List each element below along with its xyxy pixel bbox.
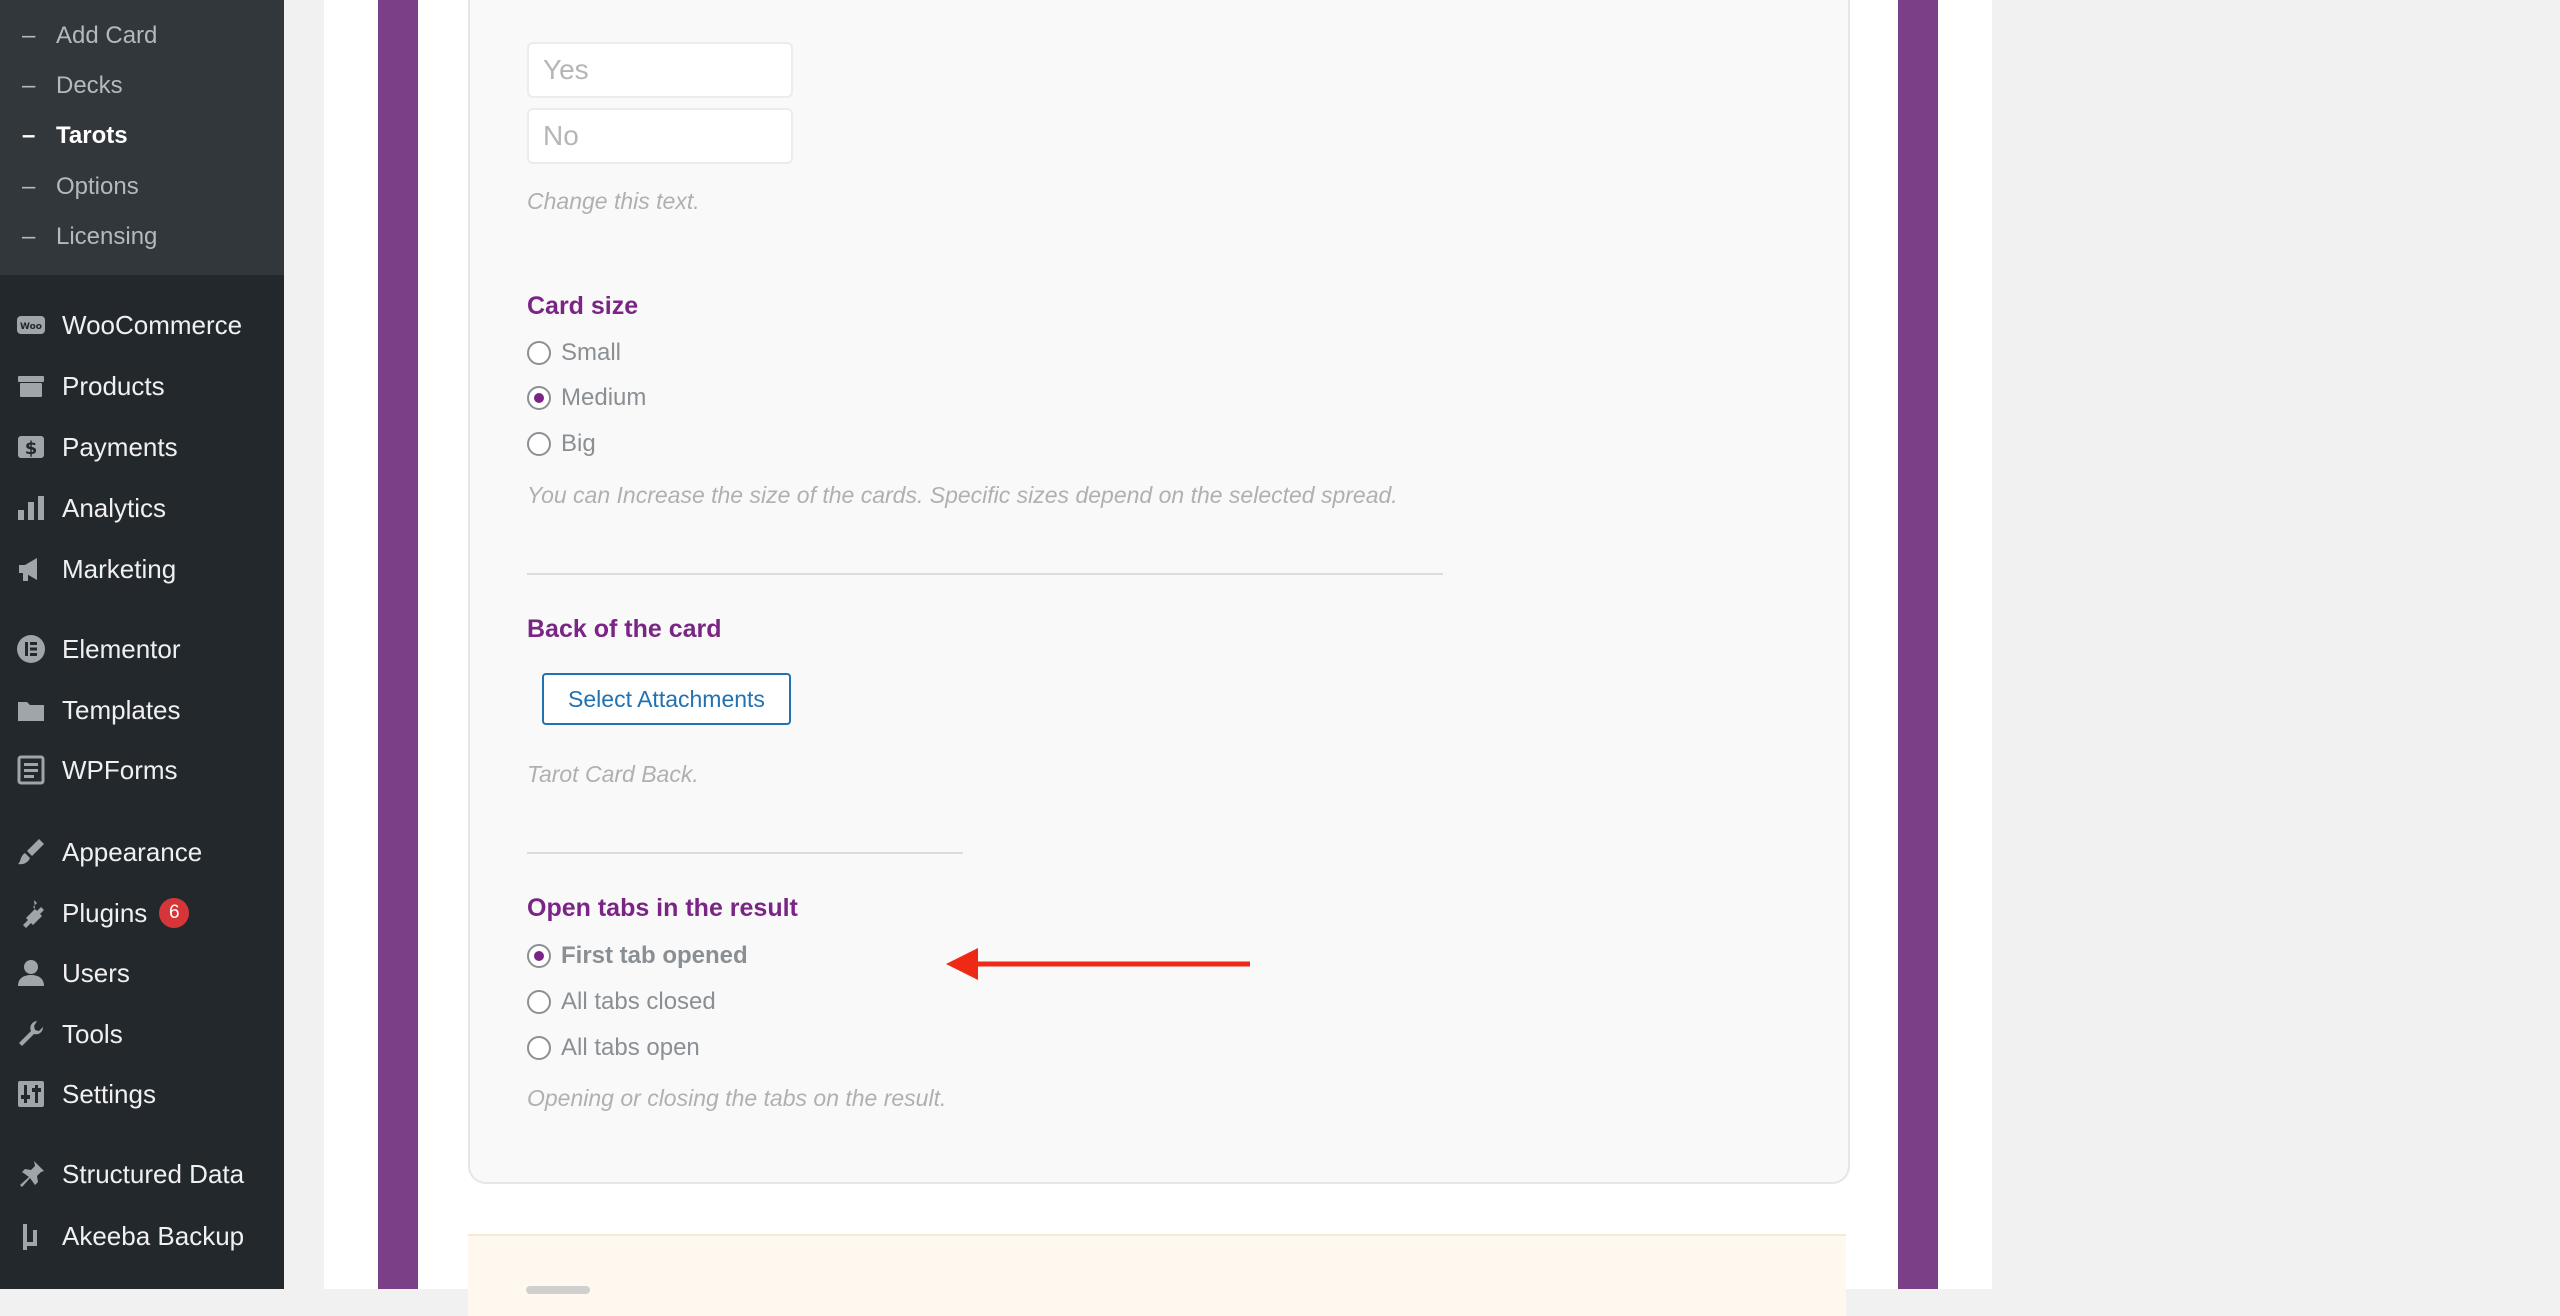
sliders-icon — [14, 1077, 48, 1111]
sidebar-item-label: Users — [62, 957, 130, 988]
radio-label: All tabs closed — [561, 988, 716, 1015]
sidebar-item-elementor[interactable]: Elementor — [0, 623, 284, 675]
radio-label: Big — [561, 430, 596, 457]
section-divider — [527, 852, 963, 854]
svg-text:Woo: Woo — [20, 322, 42, 332]
sidebar-item-label: Tools — [62, 1018, 123, 1049]
sidebar-item-label: Payments — [62, 431, 178, 462]
open-tabs-help: Opening or closing the tabs on the resul… — [527, 1085, 947, 1111]
submenu-item-label: Decks — [56, 72, 123, 99]
sidebar-item-label: Plugins — [62, 897, 148, 928]
submenu-item-label: Options — [56, 173, 139, 200]
sidebar-item-tools[interactable]: Tools — [0, 1008, 284, 1060]
plug-icon — [14, 896, 48, 930]
folder-icon — [14, 693, 48, 727]
sidebar-item-products[interactable]: Products — [0, 360, 284, 412]
card-size-option-big[interactable]: Big — [527, 427, 596, 461]
tarot-submenu: – Add Card – Decks – Tarots – Options – Licen… — [0, 0, 284, 275]
change-text-help: Change this text. — [527, 188, 700, 214]
radio-button[interactable] — [527, 1036, 551, 1060]
submenu-item-decks[interactable]: – Decks — [0, 64, 284, 108]
wrench-icon — [14, 1017, 48, 1051]
sidebar-item-users[interactable]: Users — [0, 947, 284, 999]
radio-label: All tabs open — [561, 1034, 700, 1061]
admin-sidebar: – Add Card – Decks – Tarots – Options – Licen… — [0, 0, 284, 1289]
sidebar-item-analytics[interactable]: Analytics — [0, 482, 284, 534]
user-icon — [14, 956, 48, 990]
section-divider — [527, 573, 1443, 575]
card-size-help: You can Increase the size of the cards. … — [527, 482, 1398, 508]
radio-button-selected[interactable] — [527, 944, 551, 968]
radio-button[interactable] — [527, 341, 551, 365]
back-of-card-title: Back of the card — [527, 615, 722, 643]
submenu-item-label: Add Card — [56, 22, 158, 49]
open-tabs-option-all-tabs-open[interactable]: All tabs open — [527, 1031, 700, 1065]
sidebar-item-label: Appearance — [62, 836, 203, 867]
yes-text-field[interactable] — [527, 42, 793, 98]
akeeba-icon — [14, 1219, 48, 1253]
bar-chart-icon — [14, 491, 48, 525]
no-text-field[interactable] — [527, 108, 793, 164]
card-size-option-small[interactable]: Small — [527, 336, 621, 370]
sidebar-item-label: Templates — [62, 694, 181, 725]
submenu-item-tarots[interactable]: – Tarots — [0, 114, 284, 158]
sidebar-item-label: WPForms — [62, 754, 178, 785]
open-tabs-option-all-tabs-closed[interactable]: All tabs closed — [527, 985, 716, 1019]
sidebar-item-templates[interactable]: Templates — [0, 684, 284, 736]
radio-label: Small — [561, 339, 622, 366]
annotation-arrow-icon — [946, 948, 1250, 980]
next-section-toggle[interactable] — [526, 1286, 590, 1294]
sidebar-item-label: Akeeba Backup — [62, 1220, 245, 1251]
radio-button[interactable] — [527, 432, 551, 456]
pin-icon — [14, 1157, 48, 1191]
sidebar-item-label: Products — [62, 370, 165, 401]
sidebar-item-plugins[interactable]: Plugins 6 — [0, 887, 284, 939]
svg-text:$: $ — [25, 438, 38, 459]
sidebar-item-label: Structured Data — [62, 1158, 245, 1189]
sidebar-item-marketing[interactable]: Marketing — [0, 543, 284, 595]
sidebar-item-wpforms[interactable]: WPForms — [0, 744, 284, 796]
radio-button[interactable] — [527, 990, 551, 1014]
back-of-card-help: Tarot Card Back. — [527, 761, 699, 787]
sidebar-item-label: Elementor — [62, 633, 181, 664]
submenu-item-label: Licensing — [56, 223, 158, 250]
sidebar-item-settings[interactable]: Settings — [0, 1068, 284, 1120]
open-tabs-option-first-tab-opened[interactable]: First tab opened — [527, 939, 748, 973]
sidebar-item-label: Analytics — [62, 492, 167, 523]
submenu-item-options[interactable]: – Options — [0, 165, 284, 209]
select-attachments-button[interactable]: Select Attachments — [542, 673, 791, 725]
sidebar-item-label: Marketing — [62, 553, 177, 584]
plugins-update-badge: 6 — [159, 898, 190, 928]
archive-icon — [14, 369, 48, 403]
woocommerce-icon: Woo — [14, 308, 48, 342]
next-settings-section — [468, 1234, 1846, 1316]
form-icon — [14, 753, 48, 787]
radio-button-selected[interactable] — [527, 386, 551, 410]
megaphone-icon — [14, 552, 48, 586]
paintbrush-icon — [14, 835, 48, 869]
card-size-title: Card size — [527, 292, 639, 320]
submenu-item-label: Tarots — [56, 122, 128, 149]
sidebar-item-appearance[interactable]: Appearance — [0, 826, 284, 878]
submenu-item-licensing[interactable]: – Licensing — [0, 215, 284, 259]
dollar-icon: $ — [14, 430, 48, 464]
sidebar-item-payments[interactable]: $ Payments — [0, 421, 284, 473]
elementor-icon — [14, 632, 48, 666]
sidebar-item-structured-data[interactable]: Structured Data — [0, 1148, 284, 1200]
radio-label: Medium — [561, 384, 647, 411]
sidebar-item-akeeba-backup[interactable]: Akeeba Backup — [0, 1210, 284, 1262]
submenu-item-add-card[interactable]: – Add Card — [0, 14, 284, 58]
sidebar-item-label: Settings — [62, 1078, 156, 1109]
sidebar-item-woocommerce[interactable]: Woo WooCommerce — [0, 299, 284, 351]
sidebar-item-label: WooCommerce — [62, 309, 243, 340]
card-size-option-medium[interactable]: Medium — [527, 381, 646, 415]
radio-label: First tab opened — [561, 942, 748, 969]
open-tabs-title: Open tabs in the result — [527, 894, 798, 922]
